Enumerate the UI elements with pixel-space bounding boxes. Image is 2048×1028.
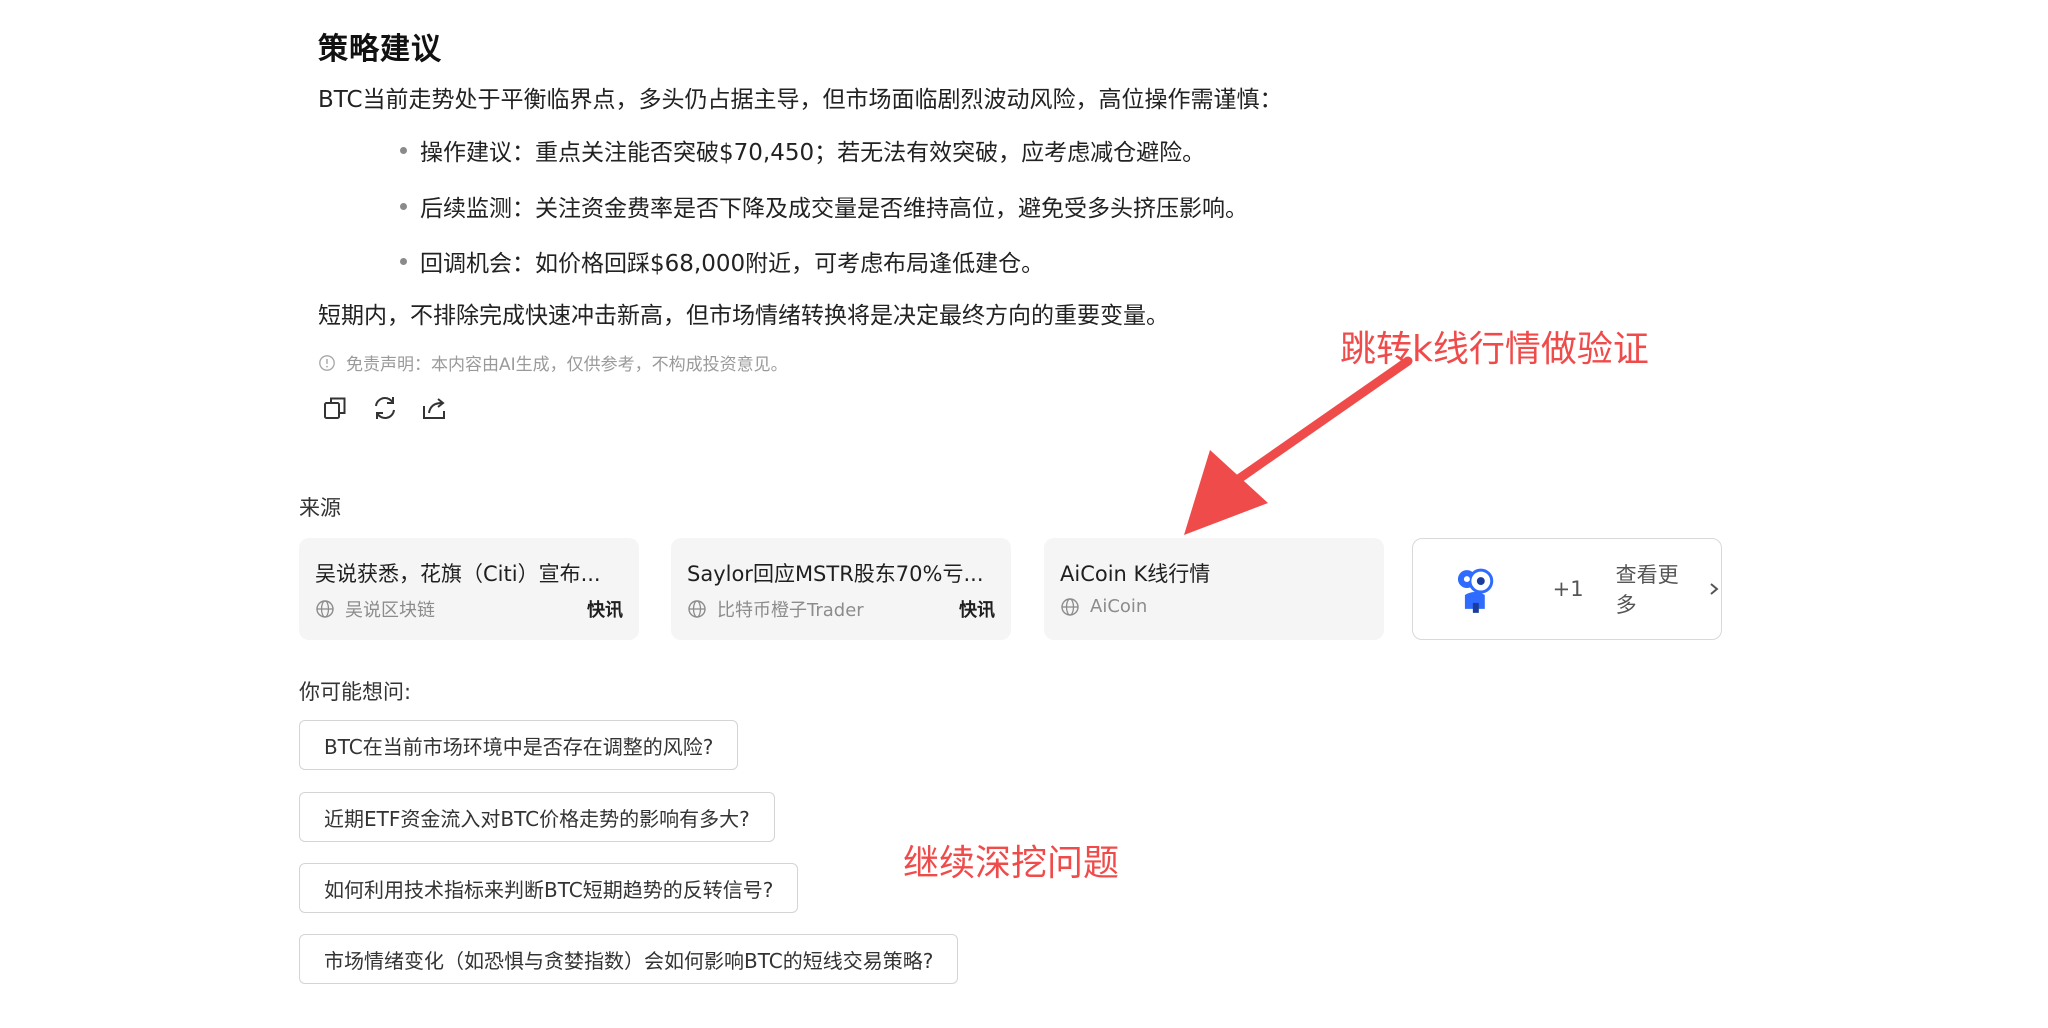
bullet-text: 后续监测：关注资金费率是否下降及成交量是否维持高位，避免受多头挤压影响。 [420,196,1248,222]
robot-avatar-icon [1457,568,1494,613]
source-card-meta: 比特币橙子Trader 快讯 [687,596,995,622]
globe-icon [1061,597,1079,616]
intro-text: BTC当前走势处于平衡临界点，多头仍占据主导，但市场面临剧烈波动风险，高位操作需… [318,87,1283,113]
refresh-icon [375,397,395,419]
sources-label: 来源 [299,496,341,520]
more-count: +1 [1552,577,1584,601]
bullet-text: 操作建议：重点关注能否突破$70,450；若无法有效突破，应考虑减仓避险。 [420,140,1206,166]
source-name: 吴说区块链 [345,600,435,621]
source-card-meta: AiCoin [1060,596,1368,617]
info-icon [319,354,335,371]
source-card-meta: 吴说区块链 快讯 [315,596,623,622]
disclaimer: 免责声明：本内容由AI生成，仅供参考，不构成投资意见。 [318,350,788,375]
disclaimer-text: 免责声明：本内容由AI生成，仅供参考，不构成投资意见。 [346,355,788,375]
bullet-dot [400,257,407,265]
regenerate-button[interactable] [370,393,400,423]
source-card[interactable]: 吴说获悉，花旗（Citi）宣布... 吴说区块链 快讯 [299,538,639,640]
suggestions-label: 你可能想问: [299,680,412,704]
suggested-question[interactable]: 市场情绪变化（如恐惧与贪婪指数）会如何影响BTC的短线交易策略? [299,934,959,984]
source-card-title: Saylor回应MSTR股东70%亏... [687,562,984,586]
copy-button[interactable] [320,393,350,423]
suggested-question[interactable]: 近期ETF资金流入对BTC价格走势的影响有多大? [299,792,775,842]
bullet-item: 操作建议：重点关注能否突破$70,450；若无法有效突破，应考虑减仓避险。 [400,133,1205,167]
view-more-label: 查看更多 [1615,563,1679,617]
bullet-item: 后续监测：关注资金费率是否下降及成交量是否维持高位，避免受多头挤压影响。 [400,189,1248,223]
copy-icon [324,397,346,419]
section-heading: 策略建议 [318,32,442,67]
source-card-title: 吴说获悉，花旗（Citi）宣布... [315,562,601,586]
annotation-dig: 继续深挖问题 [903,843,1120,884]
globe-icon [316,600,334,618]
suggested-question[interactable]: 如何利用技术指标来判断BTC短期趋势的反转信号? [299,863,799,913]
globe-icon [688,600,706,618]
annotation-arrow [1184,356,1413,535]
suggested-question[interactable]: BTC在当前市场环境中是否存在调整的风险? [299,720,739,770]
bullet-dot [400,146,407,154]
summary-text: 短期内，不排除完成快速冲击新高，但市场情绪转换将是决定最终方向的重要变量。 [318,303,1169,329]
source-tag: 快讯 [587,600,623,621]
bullet-text: 回调机会：如价格回踩$68,000附近，可考虑布局逢低建仓。 [420,251,1045,277]
view-more-sources-button[interactable]: +1 查看更多 [1412,538,1722,640]
chevron-right-icon [1710,583,1719,595]
source-card[interactable]: Saylor回应MSTR股东70%亏... 比特币橙子Trader 快讯 [671,538,1011,640]
bullet-dot [400,202,407,210]
source-card-title: AiCoin K线行情 [1060,562,1211,586]
share-icon [423,398,445,419]
source-name: AiCoin [1090,596,1148,617]
share-button[interactable] [419,393,449,423]
source-name: 比特币橙子Trader [717,600,864,621]
source-tag: 快讯 [959,600,995,621]
bullet-item: 回调机会：如价格回踩$68,000附近，可考虑布局逢低建仓。 [400,244,1044,278]
source-card[interactable]: AiCoin K线行情 AiCoin [1044,538,1384,640]
